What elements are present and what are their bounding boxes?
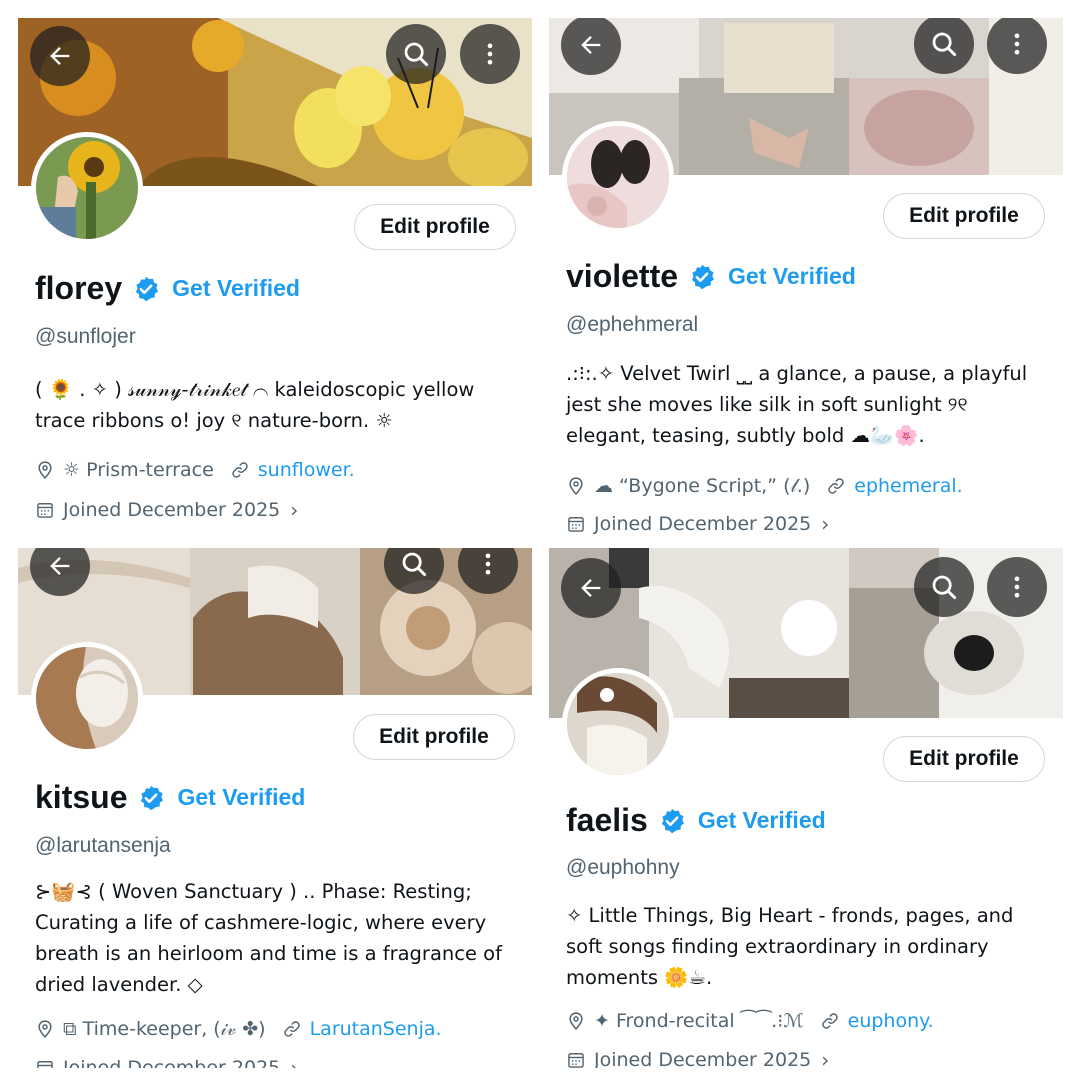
- edit-profile-button[interactable]: Edit profile: [354, 204, 516, 250]
- chevron-right-icon: ›: [821, 512, 830, 536]
- profile-bio: ( 🌻 . ✧ ) 𝓈𝓊𝓃𝓃𝓎-𝓉𝓇𝒾𝓃𝓀𝑒𝓉 ⌒ kaleidoscopic …: [35, 378, 475, 432]
- profile-panel-kitsue: Edit profile kitsue Get Verified @laruta…: [18, 548, 532, 1068]
- verified-badge-icon: [137, 784, 165, 812]
- calendar-icon: [566, 1050, 586, 1068]
- get-verified-link[interactable]: Get Verified: [172, 275, 300, 302]
- avatar[interactable]: [31, 132, 143, 244]
- profile-meta-row: ☼ Prism-terrace sunflower.: [35, 459, 355, 481]
- display-name: violette: [566, 258, 679, 294]
- user-handle: @euphohny: [566, 856, 680, 879]
- search-button[interactable]: [914, 557, 974, 617]
- verified-badge-icon: [658, 807, 686, 835]
- website-link[interactable]: sunflower.: [258, 459, 355, 481]
- joined-date: Joined December 2025: [594, 1049, 812, 1068]
- get-verified-link[interactable]: Get Verified: [177, 784, 305, 811]
- joined-row[interactable]: Joined December 2025 ›: [35, 1056, 298, 1068]
- profile-meta-row: ✦ Frond-recital ⁀⁀.⁝ℳ euphony.: [566, 1010, 934, 1032]
- edit-profile-button[interactable]: Edit profile: [353, 714, 515, 760]
- back-button[interactable]: [561, 558, 621, 618]
- chevron-right-icon: ›: [290, 1056, 299, 1068]
- profile-bio: ⊱🧺⊰ ( Woven Sanctuary ) .. Phase: Restin…: [35, 880, 502, 996]
- search-button[interactable]: [386, 24, 446, 84]
- arrow-left-icon: [577, 31, 605, 59]
- location-text: ☼ Prism-terrace: [63, 459, 214, 481]
- website-link[interactable]: euphony.: [848, 1010, 934, 1032]
- more-vertical-icon: [474, 550, 502, 578]
- link-icon: [826, 476, 846, 496]
- calendar-icon: [35, 500, 55, 520]
- get-verified-link[interactable]: Get Verified: [728, 263, 856, 290]
- profile-panel-faelis: Edit profile faelis Get Verified @euphoh…: [549, 548, 1063, 1068]
- location-text: ☁ “Bygone Script,” (𝓁.): [594, 475, 811, 497]
- link-icon: [230, 460, 250, 480]
- more-vertical-icon: [1003, 573, 1031, 601]
- arrow-left-icon: [46, 42, 74, 70]
- profile-bio: .:⁝:.✧ Velvet Twirl ⎵⎵ a glance, a pause…: [566, 362, 1028, 447]
- more-vertical-icon: [1003, 30, 1031, 58]
- chevron-right-icon: ›: [290, 498, 299, 522]
- joined-row[interactable]: Joined December 2025 ›: [35, 498, 298, 522]
- joined-date: Joined December 2025: [63, 1057, 281, 1068]
- display-name: faelis: [566, 802, 648, 838]
- joined-row[interactable]: Joined December 2025 ›: [566, 512, 829, 536]
- search-icon: [929, 29, 959, 59]
- location-pin-icon: [566, 1011, 586, 1031]
- get-verified-link[interactable]: Get Verified: [698, 807, 826, 834]
- search-icon: [401, 39, 431, 69]
- profile-meta-row: ☁ “Bygone Script,” (𝓁.) ephemeral.: [566, 475, 963, 497]
- name-row: kitsue Get Verified: [35, 779, 305, 816]
- more-button[interactable]: [987, 557, 1047, 617]
- more-vertical-icon: [476, 40, 504, 68]
- location-pin-icon: [35, 1019, 55, 1039]
- user-handle: @larutansenja: [35, 834, 171, 857]
- joined-date: Joined December 2025: [63, 499, 281, 521]
- verified-badge-icon: [688, 263, 716, 291]
- arrow-left-icon: [577, 574, 605, 602]
- chevron-right-icon: ›: [821, 1048, 830, 1068]
- display-name: kitsue: [35, 779, 128, 815]
- name-row: violette Get Verified: [566, 258, 856, 295]
- website-link[interactable]: ephemeral.: [854, 475, 962, 497]
- link-icon: [820, 1011, 840, 1031]
- website-link[interactable]: LarutanSenja.: [310, 1018, 442, 1040]
- profile-meta-row: ⧉ Time-keeper, (𝒾𝓋 ✤) LarutanSenja.: [35, 1018, 442, 1040]
- calendar-icon: [35, 1058, 55, 1068]
- joined-date: Joined December 2025: [594, 513, 812, 535]
- user-handle: @ephehmeral: [566, 313, 699, 336]
- location-pin-icon: [35, 460, 55, 480]
- display-name: florey: [35, 270, 123, 306]
- avatar[interactable]: [562, 668, 674, 780]
- profile-panel-violette: Edit profile violette Get Verified @ephe…: [549, 18, 1063, 538]
- more-button[interactable]: [460, 24, 520, 84]
- joined-row[interactable]: Joined December 2025 ›: [566, 1048, 829, 1068]
- verified-badge-icon: [132, 275, 160, 303]
- arrow-left-icon: [46, 552, 74, 580]
- profile-bio: ✧ Little Things, Big Heart - fronds, pag…: [566, 904, 1014, 989]
- avatar[interactable]: [562, 121, 674, 233]
- location-pin-icon: [566, 476, 586, 496]
- back-button[interactable]: [30, 26, 90, 86]
- calendar-icon: [566, 514, 586, 534]
- name-row: florey Get Verified: [35, 270, 300, 307]
- edit-profile-button[interactable]: Edit profile: [883, 736, 1045, 782]
- user-handle: @sunflojer: [35, 325, 136, 348]
- avatar[interactable]: [31, 642, 143, 754]
- link-icon: [282, 1019, 302, 1039]
- location-text: ⧉ Time-keeper, (𝒾𝓋 ✤): [63, 1018, 266, 1040]
- search-icon: [399, 549, 429, 579]
- edit-profile-button[interactable]: Edit profile: [883, 193, 1045, 239]
- location-text: ✦ Frond-recital ⁀⁀.⁝ℳ: [594, 1010, 804, 1032]
- profile-panel-florey: Edit profile florey Get Verified @sunflo…: [18, 18, 532, 538]
- name-row: faelis Get Verified: [566, 802, 826, 839]
- search-icon: [929, 572, 959, 602]
